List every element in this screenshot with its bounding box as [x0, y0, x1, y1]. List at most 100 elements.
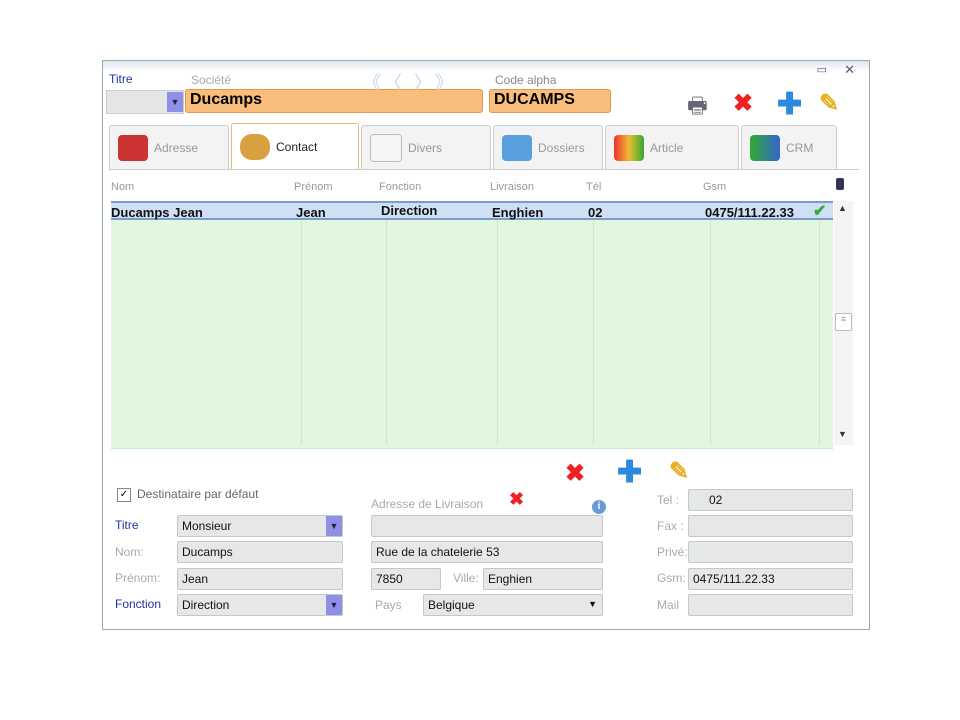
print-button[interactable]: 🖶: [687, 89, 708, 127]
tel-input[interactable]: 02: [688, 489, 853, 511]
chevron-down-icon: ▼: [588, 599, 597, 609]
column-divider: [497, 201, 498, 445]
add-button[interactable]: ✚: [777, 87, 802, 122]
table-row[interactable]: Ducamps Jean Jean Direction Enghien 02 0…: [111, 201, 833, 220]
last-record-button[interactable]: 》: [435, 73, 465, 93]
column-divider: [301, 201, 302, 445]
gsm-input[interactable]: 0475/111.22.33: [688, 568, 853, 590]
titre-label: Titre: [109, 72, 133, 86]
default-recipient-label: Destinataire par défaut: [137, 487, 259, 501]
tab-crm[interactable]: CRM: [741, 125, 837, 169]
tab-dossiers[interactable]: Dossiers: [493, 125, 603, 169]
table-row-empty[interactable]: [111, 277, 833, 297]
code-alpha-input[interactable]: DUCAMPS: [489, 89, 611, 113]
folder-blank-icon: [370, 133, 402, 162]
col-livraison[interactable]: Livraison: [490, 181, 534, 193]
column-divider: [710, 201, 711, 445]
pays-label: Pays: [375, 598, 402, 612]
boxes-icon: [614, 134, 644, 161]
tab-article[interactable]: Article: [605, 125, 739, 169]
tab-adresse[interactable]: Adresse: [109, 125, 229, 169]
prive-label: Privé:: [657, 545, 688, 559]
titre-contact-select[interactable]: Monsieur ▼: [177, 515, 343, 537]
chevron-down-icon: ▼: [167, 92, 183, 112]
table-row-empty[interactable]: [111, 296, 833, 316]
folder-icon: [502, 134, 532, 161]
table-row-empty[interactable]: [111, 410, 833, 430]
titre-select[interactable]: ▼: [106, 90, 184, 114]
col-nom[interactable]: Nom: [111, 181, 134, 193]
table-row-empty[interactable]: [111, 353, 833, 373]
next-record-button[interactable]: 〉: [414, 73, 435, 93]
cell-livraison: Enghien: [492, 205, 544, 220]
title-bar: [103, 61, 869, 71]
minimize-button[interactable]: ▭: [817, 63, 827, 76]
table-row-empty[interactable]: [111, 429, 833, 449]
fax-label: Fax :: [657, 519, 684, 533]
tab-divider: [109, 169, 859, 170]
scroll-down-icon[interactable]: ▼: [838, 429, 847, 439]
col-fonction[interactable]: Fonction: [379, 181, 421, 193]
delete-button[interactable]: ✖: [733, 89, 753, 118]
societe-label: Société: [191, 73, 232, 87]
cell-nom: Ducamps Jean: [111, 205, 203, 220]
adresse-livraison-label: Adresse de Livraison: [371, 497, 484, 511]
column-chooser-icon[interactable]: [836, 178, 844, 190]
record-nav[interactable]: 《〈〉》: [363, 69, 465, 95]
postal-code-input[interactable]: 7850: [371, 568, 441, 590]
table-row-empty[interactable]: [111, 334, 833, 354]
check-icon: ✔: [813, 203, 827, 220]
mail-label: Mail: [657, 598, 680, 612]
cell-fonction: Direction: [381, 203, 438, 218]
people-icon: [240, 133, 270, 160]
table-row-empty[interactable]: [111, 315, 833, 335]
tab-divers[interactable]: Divers: [361, 125, 491, 169]
mail-input[interactable]: [688, 594, 853, 616]
scroll-thumb[interactable]: ≡: [835, 313, 852, 331]
column-divider: [386, 201, 387, 445]
nom-label: Nom:: [115, 545, 144, 559]
col-gsm[interactable]: Gsm: [703, 181, 726, 193]
adresse-line2-input[interactable]: Rue de la chatelerie 53: [371, 541, 603, 563]
table-row-empty[interactable]: [111, 258, 833, 278]
titre-contact-label: Titre: [115, 518, 139, 532]
first-record-button[interactable]: 《: [363, 73, 393, 93]
prive-input[interactable]: [688, 541, 853, 563]
signpost-icon: [750, 134, 780, 161]
delete-contact-button[interactable]: ✖: [565, 459, 585, 488]
clear-address-button[interactable]: ✖: [509, 489, 524, 510]
tab-contact[interactable]: Contact: [231, 123, 359, 169]
fonction-label: Fonction: [115, 597, 162, 611]
scrollbar[interactable]: ▲ ≡ ▼: [834, 201, 853, 445]
column-divider: [593, 201, 594, 445]
edit-button[interactable]: ✎: [819, 89, 839, 118]
fonction-select[interactable]: Direction ▼: [177, 594, 343, 616]
info-icon[interactable]: i: [592, 500, 606, 514]
fax-input[interactable]: [688, 515, 853, 537]
cell-prenom: Jean: [296, 205, 326, 220]
table-row-empty[interactable]: [111, 372, 833, 392]
prev-record-button[interactable]: 〈: [393, 73, 414, 93]
column-divider: [819, 201, 820, 445]
prenom-label: Prénom:: [115, 571, 161, 585]
ville-input[interactable]: Enghien: [483, 568, 603, 590]
ville-label: Ville:: [453, 571, 479, 585]
cell-gsm: 0475/111.22.33: [705, 205, 794, 220]
scroll-up-icon[interactable]: ▲: [838, 203, 847, 213]
tel-label: Tel :: [657, 493, 680, 507]
col-prenom[interactable]: Prénom: [294, 181, 333, 193]
close-button[interactable]: ✕: [844, 62, 855, 78]
add-contact-button[interactable]: ✚: [617, 455, 642, 490]
default-recipient-checkbox[interactable]: ✓: [117, 488, 131, 502]
contact-window: ▭ ✕ Titre ▼ Société Ducamps 《〈〉》 Code al…: [102, 60, 870, 630]
truck-icon: [118, 134, 148, 161]
table-row-empty[interactable]: [111, 391, 833, 411]
nom-input[interactable]: Ducamps: [177, 541, 343, 563]
prenom-input[interactable]: Jean: [177, 568, 343, 590]
col-tel[interactable]: Tél: [586, 181, 601, 193]
adresse-line1-input[interactable]: [371, 515, 603, 537]
table-row-empty[interactable]: [111, 239, 833, 259]
pays-select[interactable]: Belgique ▼: [423, 594, 603, 616]
edit-contact-button[interactable]: ✎: [669, 457, 689, 486]
table-row-empty[interactable]: [111, 220, 833, 240]
